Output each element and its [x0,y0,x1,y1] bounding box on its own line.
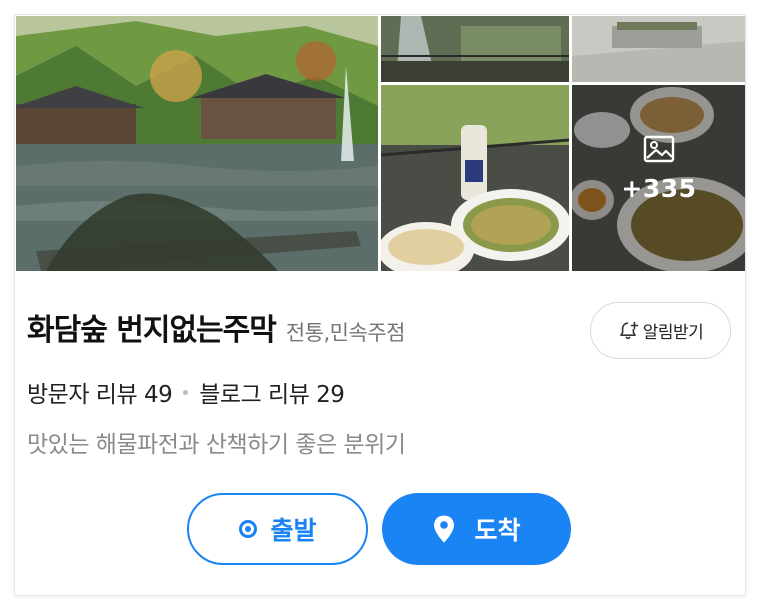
bell-plus-icon [619,321,639,339]
photo-stone-plaza[interactable] [572,16,745,82]
visitor-review-count: 49 [143,382,173,408]
blog-review-label: 블로그 리뷰 [199,382,317,408]
photo-main-pond-pavilion[interactable] [16,16,378,271]
place-summary: 맛있는 해물파전과 산책하기 좋은 분위기 [27,432,406,458]
photo-grid: +335 [16,16,745,271]
blog-review-link[interactable]: 블로그 리뷰 29 [199,375,345,409]
alarm-button[interactable]: 알림받기 [590,302,731,359]
separator-dot [183,389,189,395]
gallery-icon [643,135,675,162]
visitor-review-label: 방문자 리뷰 [27,382,144,408]
arrive-button[interactable]: 도착 [382,493,571,565]
photo-pajeon-makgeolli[interactable] [381,85,569,271]
place-card: +335 화담숲 번지없는주막 전통,민속주점 알림받기 방문자 리뷰 49 블… [14,14,746,596]
origin-dot-icon [239,520,258,538]
place-category: 전통,민속주점 [285,321,406,345]
depart-label: 출발 [270,516,317,545]
visitor-review-link[interactable]: 방문자 리뷰 49 [27,375,173,409]
alarm-label: 알림받기 [642,323,704,343]
photo-more-gallery[interactable]: +335 [572,85,745,271]
review-counts: 방문자 리뷰 49 블로그 리뷰 29 [27,375,345,409]
title-row: 화담숲 번지없는주막 전통,민속주점 [27,305,405,349]
photo-waterfall-deck[interactable] [381,16,569,82]
more-photos-overlay[interactable]: +335 [572,85,745,271]
pin-icon [434,515,455,543]
arrive-label: 도착 [474,516,521,545]
place-name[interactable]: 화담숲 번지없는주막 [27,305,277,349]
blog-review-count: 29 [316,382,345,408]
more-photos-count: +335 [621,173,697,203]
depart-button[interactable]: 출발 [187,493,368,565]
